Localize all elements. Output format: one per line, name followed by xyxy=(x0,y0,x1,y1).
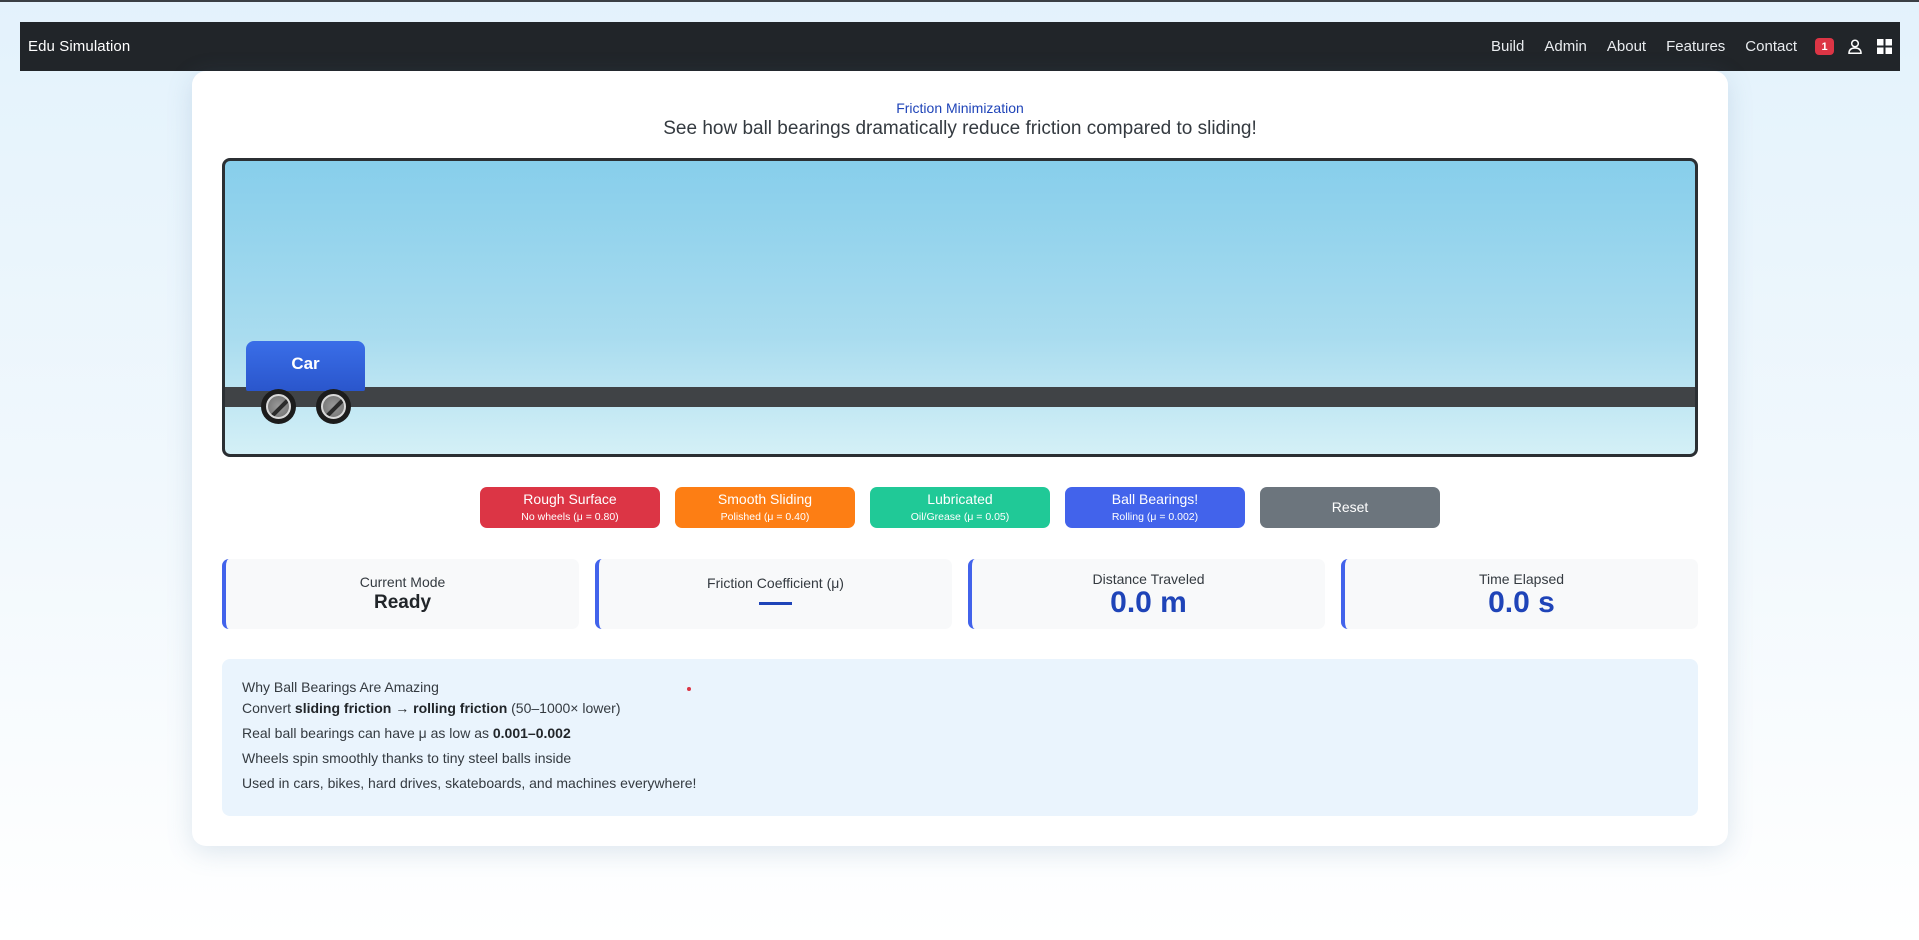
button-title: Smooth Sliding xyxy=(717,491,813,507)
button-title: Ball Bearings! xyxy=(1111,491,1199,507)
stat-time: Time Elapsed 0.0 s xyxy=(1341,559,1698,629)
page-subtitle: Friction Minimization xyxy=(896,100,1024,116)
nav-features[interactable]: Features xyxy=(1666,38,1725,55)
nav-build[interactable]: Build xyxy=(1491,38,1524,55)
bearing-icon xyxy=(321,394,346,419)
reset-button[interactable]: Reset xyxy=(1260,487,1440,528)
ball-bearings-button[interactable]: Ball Bearings! Rolling (μ = 0.002) xyxy=(1065,487,1245,528)
brand-link[interactable]: Edu Simulation xyxy=(28,38,130,55)
info-text: Convert xyxy=(242,700,295,716)
info-text: (50–1000× lower) xyxy=(507,700,621,716)
simulation-canvas: Car xyxy=(222,158,1698,457)
info-bold-text: 0.001–0.002 xyxy=(492,725,571,741)
car: Car xyxy=(246,341,365,391)
marker-dot xyxy=(687,687,691,691)
stat-value-placeholder xyxy=(759,602,792,605)
info-line-4: Used in cars, bikes, hard drives, skateb… xyxy=(242,775,697,791)
button-title: Rough Surface xyxy=(523,491,617,507)
info-panel: Why Ball Bearings Are Amazing Convert sl… xyxy=(222,659,1698,816)
rough-surface-button[interactable]: Rough Surface No wheels (μ = 0.80) xyxy=(480,487,660,528)
stat-label: Distance Traveled xyxy=(1092,570,1205,587)
navbar: Edu Simulation Build Admin About Feature… xyxy=(20,22,1900,71)
button-subtitle: Rolling (μ = 0.002) xyxy=(1111,511,1199,523)
nav-contact[interactable]: Contact xyxy=(1745,38,1797,55)
smooth-sliding-button[interactable]: Smooth Sliding Polished (μ = 0.40) xyxy=(675,487,855,528)
nav-about[interactable]: About xyxy=(1607,38,1646,55)
info-line-1: Convert sliding friction → rolling frict… xyxy=(242,699,1678,717)
info-line-3: Wheels spin smoothly thanks to tiny stee… xyxy=(242,750,572,766)
info-title: Why Ball Bearings Are Amazing xyxy=(242,679,439,695)
car-wheel-rear xyxy=(316,389,351,424)
button-title: Reset xyxy=(1331,499,1369,515)
grid-icon[interactable] xyxy=(1876,39,1892,55)
stat-current-mode: Current Mode Ready xyxy=(222,559,579,629)
bearing-icon xyxy=(266,394,291,419)
mode-controls: Rough Surface No wheels (μ = 0.80) Smoot… xyxy=(480,487,1455,528)
button-title: Lubricated xyxy=(927,491,993,507)
lubricated-button[interactable]: Lubricated Oil/Grease (μ = 0.05) xyxy=(870,487,1050,528)
nav-admin[interactable]: Admin xyxy=(1544,38,1587,55)
notification-badge[interactable]: 1 xyxy=(1815,38,1834,55)
user-icon[interactable] xyxy=(1847,39,1863,55)
page-title: See how ball bearings dramatically reduc… xyxy=(663,118,1257,139)
info-line-2: Real ball bearings can have μ as low as … xyxy=(242,724,1678,742)
button-subtitle: Polished (μ = 0.40) xyxy=(720,511,810,523)
button-subtitle: No wheels (μ = 0.80) xyxy=(521,511,619,523)
stat-friction-coefficient: Friction Coefficient (μ) xyxy=(595,559,952,629)
info-text: Real ball bearings can have μ as low as xyxy=(242,725,493,741)
stat-value: 0.0 s xyxy=(1488,585,1555,619)
stat-value: Ready xyxy=(373,592,432,613)
stat-label: Friction Coefficient (μ) xyxy=(707,575,844,591)
track xyxy=(225,387,1695,407)
button-subtitle: Oil/Grease (μ = 0.05) xyxy=(910,511,1010,523)
info-bold-text: sliding friction → rolling friction xyxy=(294,700,508,716)
stat-distance: Distance Traveled 0.0 m xyxy=(968,559,1325,629)
stat-label: Time Elapsed xyxy=(1478,570,1565,587)
stat-value: 0.0 m xyxy=(1110,585,1187,619)
simulation-card: Friction Minimization See how ball beari… xyxy=(192,71,1728,846)
stat-label: Current Mode xyxy=(359,574,446,590)
stats-panel: Current Mode Ready Friction Coefficient … xyxy=(222,559,1698,629)
window-top-border xyxy=(0,0,1919,2)
car-wheel-front xyxy=(261,389,296,424)
nav-links: Build Admin About Features Contact 1 xyxy=(1491,38,1892,55)
